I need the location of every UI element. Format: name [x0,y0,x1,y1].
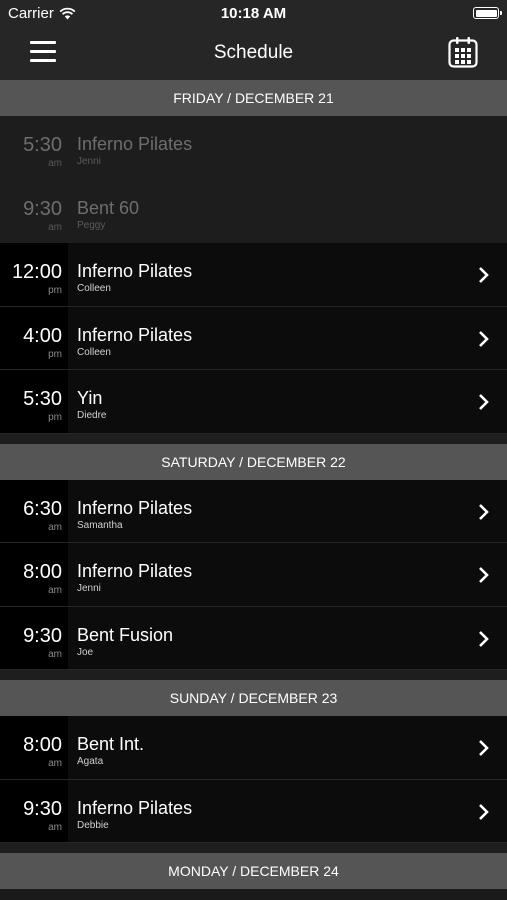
class-instructor: Diedre [77,410,107,421]
class-ampm: am [48,521,62,533]
class-instructor: Colleen [77,346,111,358]
class-time: 8:00 [23,734,62,756]
chevron-right-icon[interactable] [477,266,491,284]
class-instructor: Joe [77,646,94,658]
chevron-right-icon[interactable] [477,330,491,348]
time-column: 6:30 am [0,479,68,542]
page-title: Schedule [213,42,294,63]
class-time: 5:30 [23,388,62,410]
chevron-right-icon[interactable] [477,393,491,411]
day-header: FRIDAY / DECEMBER 21 [0,80,507,116]
class-name: Yin [77,388,103,408]
battery-icon [473,7,502,19]
section-spacer [0,843,507,853]
day-header: SATURDAY / DECEMBER 22 [0,443,507,480]
class-row[interactable]: 6:30 am Inferno Pilates Samantha [0,479,507,543]
chevron-right-icon[interactable] [477,739,491,757]
day-header: MONDAY / DECEMBER 24 [0,853,507,889]
class-row: 5:30 am Inferno Pilates Jenni [0,116,507,180]
class-time: 5:30 [23,134,62,156]
class-name: Inferno Pilates [77,261,193,281]
class-name: Inferno Pilates [77,561,193,581]
class-row[interactable]: 8:00 am Inferno Pilates Jenni [0,543,507,607]
class-instructor: Debbie [77,819,109,831]
class-ampm: pm [48,412,62,423]
class-time: 12:00 [11,261,62,283]
class-row[interactable]: 9:30 am Inferno Pilates Debbie [0,779,507,843]
chevron-right-icon[interactable] [477,503,491,521]
class-time: 9:30 [23,197,62,220]
status-bar: Carrier 10:18 AM [0,0,507,28]
class-name: Bent Fusion [77,624,174,645]
class-ampm: am [48,221,62,233]
class-name: Inferno Pilates [77,797,193,818]
class-time: 6:30 [23,497,62,520]
class-instructor: Samantha [77,519,123,531]
time-column: 5:30 am [0,116,68,179]
class-row[interactable]: 5:30 pm Yin Diedre [0,370,507,434]
schedule-list: FRIDAY / DECEMBER 21 5:30 am Inferno Pil… [0,80,507,889]
clock: 10:18 AM [220,5,287,22]
class-time: 4:00 [23,324,62,347]
class-time: 9:30 [23,624,62,647]
chevron-right-icon[interactable] [477,566,491,584]
time-column: 4:00 pm [0,306,68,369]
class-name: Inferno Pilates [77,497,193,518]
class-ampm: pm [48,348,62,360]
time-column: 12:00 pm [0,243,68,306]
class-ampm: pm [48,285,62,296]
section-spacer [0,670,507,680]
time-column: 9:30 am [0,606,68,669]
class-instructor: Jenni [77,583,101,594]
class-ampm: am [48,821,62,833]
class-instructor: Colleen [77,283,111,294]
calendar-icon[interactable] [448,36,478,68]
class-instructor: Jenni [77,156,101,167]
class-row[interactable]: 9:30 am Bent Fusion Joe [0,606,507,670]
class-row[interactable]: 4:00 pm Inferno Pilates Colleen [0,306,507,370]
class-ampm: am [48,758,62,769]
class-row: 9:30 am Bent 60 Peggy [0,179,507,243]
nav-bar: Schedule [0,28,507,80]
class-name: Bent 60 [77,197,140,218]
time-column: 8:00 am [0,543,68,606]
class-row[interactable]: 12:00 pm Inferno Pilates Colleen [0,243,507,307]
chevron-right-icon[interactable] [477,630,491,648]
time-column: 5:30 pm [0,370,68,433]
class-time: 8:00 [23,561,62,583]
class-name: Bent Int. [77,734,145,754]
class-name: Inferno Pilates [77,134,193,154]
class-ampm: am [48,158,62,169]
class-time: 9:30 [23,797,62,820]
class-instructor: Agata [77,756,104,767]
day-header: SUNDAY / DECEMBER 23 [0,680,507,716]
class-instructor: Peggy [77,219,106,231]
time-column: 8:00 am [0,716,68,779]
time-column: 9:30 am [0,179,68,242]
time-column: 9:30 am [0,779,68,842]
class-ampm: am [48,585,62,596]
class-name: Inferno Pilates [77,324,193,345]
chevron-right-icon[interactable] [477,803,491,821]
section-spacer [0,433,507,444]
class-ampm: am [48,648,62,660]
class-row[interactable]: 8:00 am Bent Int. Agata [0,716,507,780]
